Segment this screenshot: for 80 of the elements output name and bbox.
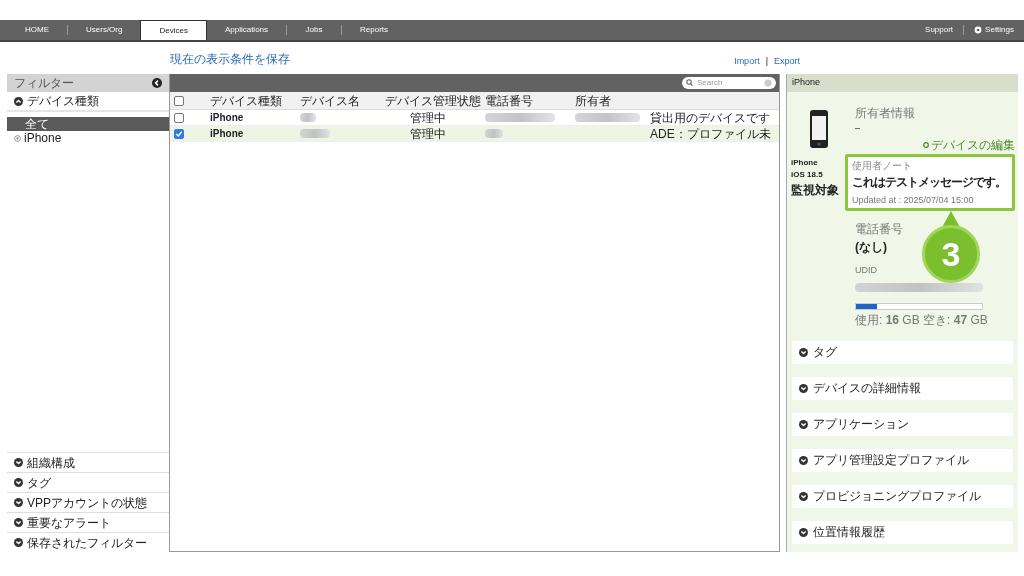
- collapse-panel-icon[interactable]: [152, 78, 162, 88]
- expand-icon[interactable]: [14, 478, 23, 487]
- detail-title: iPhone: [792, 76, 821, 90]
- save-view-link[interactable]: 現在の表示条件を保存: [170, 50, 290, 68]
- expand-icon[interactable]: [799, 419, 808, 429]
- expand-icon[interactable]: [799, 347, 808, 357]
- udid-label: UDID: [855, 264, 877, 277]
- user-note-text: これはテストメッセージです。: [852, 173, 1006, 191]
- blurred-text: [485, 129, 503, 138]
- export-link[interactable]: Export: [774, 54, 800, 68]
- nav-tab[interactable]: Devices: [140, 20, 207, 40]
- table-row[interactable]: iPhone 管理中 貸出用のデバイスです: [170, 110, 779, 126]
- blurred-text: [485, 113, 555, 122]
- expand-icon[interactable]: [14, 498, 23, 507]
- expand-icon[interactable]: [799, 383, 808, 393]
- expand-icon[interactable]: [14, 538, 23, 547]
- table-cell-text: 管理中: [409, 126, 447, 141]
- column-header[interactable]: デバイス管理状態: [385, 91, 485, 110]
- nav-tab[interactable]: Reports: [342, 20, 407, 40]
- link-separator: |: [765, 54, 768, 68]
- row-checkbox[interactable]: [174, 112, 184, 123]
- settings-link[interactable]: Settings: [985, 24, 1014, 36]
- column-header[interactable]: デバイス種類: [210, 91, 300, 110]
- table-cell-text: 管理中: [409, 110, 447, 125]
- table-cell: ADE：プロファイル未: [650, 126, 771, 141]
- filter-section[interactable]: デバイス種類: [7, 92, 169, 112]
- detail-section[interactable]: 位置情報履歴: [792, 520, 1013, 544]
- filter-section[interactable]: 組織構成: [7, 452, 169, 472]
- settings-icon[interactable]: [974, 26, 983, 34]
- owner-label: 所有者情報: [854, 105, 915, 122]
- expand-icon[interactable]: [799, 491, 808, 501]
- nav-tab[interactable]: Users/Org: [68, 20, 141, 40]
- filter-title: フィルター: [14, 75, 74, 92]
- support-link[interactable]: Support: [925, 24, 954, 36]
- filter-section[interactable]: 保存されたフィルター: [7, 532, 169, 552]
- user-note-label: 使用者ノート: [852, 158, 912, 173]
- column-header[interactable]: 電話番号: [485, 91, 575, 110]
- filter-section[interactable]: タグ: [7, 472, 169, 492]
- collapse-icon[interactable]: [14, 96, 23, 106]
- owner-value: –: [855, 122, 860, 135]
- import-link[interactable]: Import: [734, 54, 760, 68]
- column-header[interactable]: 所有者: [575, 91, 650, 110]
- table-cell-text: iPhone: [210, 127, 245, 141]
- nav-tab[interactable]: Jobs: [287, 20, 342, 40]
- table-cell-text: iPhone: [210, 111, 245, 125]
- gear-icon: [923, 141, 929, 148]
- expand-icon[interactable]: [14, 458, 23, 467]
- os-version: iOS 18.5: [791, 169, 824, 181]
- updated-time: Updated at : 2025/07/04 15:00: [852, 193, 974, 207]
- blurred-text: [300, 129, 330, 138]
- blurred-text: [575, 113, 640, 122]
- detail-section[interactable]: デバイスの詳細情報: [792, 376, 1013, 400]
- expand-icon[interactable]: [14, 518, 23, 527]
- device-model: iPhone: [791, 157, 819, 169]
- phone-icon: [809, 109, 829, 149]
- search-input[interactable]: Search: [697, 78, 762, 88]
- supervision-status: 監視対象: [791, 182, 839, 199]
- edit-device-link[interactable]: デバイスの編集: [931, 135, 1015, 154]
- search-field[interactable]: Search: [682, 77, 776, 89]
- nav-tab[interactable]: Applications: [206, 20, 287, 40]
- detail-section[interactable]: プロビジョニングプロファイル: [792, 484, 1013, 508]
- table-cell: 貸出用のデバイスです: [650, 110, 770, 125]
- radio-icon[interactable]: [14, 134, 21, 142]
- table-row[interactable]: iPhone 管理中 ADE：プロファイル未: [170, 126, 779, 142]
- detail-section[interactable]: アプリ管理設定プロファイル: [792, 448, 1013, 472]
- phone-label: 電話番号: [855, 221, 903, 238]
- detail-section[interactable]: タグ: [792, 340, 1013, 364]
- filter-section[interactable]: VPPアカウントの状態: [7, 492, 169, 512]
- column-header[interactable]: デバイス名: [300, 91, 385, 110]
- search-icon: [686, 79, 695, 87]
- filter-section[interactable]: 重要なアラート: [7, 512, 169, 532]
- blurred-text: [300, 113, 316, 122]
- phone-value: (なし): [855, 239, 887, 256]
- nav-tab[interactable]: HOME: [7, 20, 67, 40]
- expand-icon[interactable]: [799, 455, 808, 465]
- select-all-checkbox[interactable]: [174, 95, 184, 106]
- expand-icon[interactable]: [799, 527, 808, 537]
- detail-section[interactable]: アプリケーション: [792, 412, 1013, 436]
- storage-text: 使用: 16 GB 空き: 47 GB: [855, 311, 988, 329]
- row-checkbox[interactable]: [174, 128, 184, 139]
